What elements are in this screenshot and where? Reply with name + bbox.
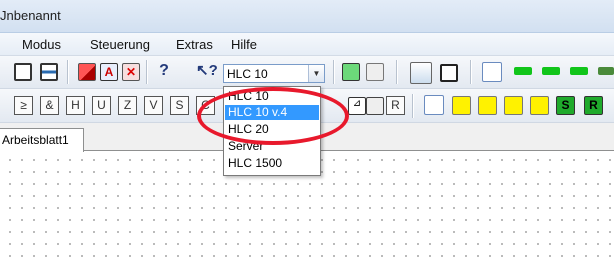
pencil-icon[interactable] <box>410 62 432 84</box>
pin-icon[interactable]: ⊿ <box>348 97 366 115</box>
mv-block-icon[interactable] <box>504 96 523 115</box>
device-option-hlc20[interactable]: HLC 20 <box>225 122 319 137</box>
menu-modus[interactable]: Modus <box>22 37 61 52</box>
red-cube-icon[interactable] <box>78 63 96 81</box>
a-icon[interactable]: A <box>100 63 118 81</box>
logic-button-ge[interactable]: ≥ <box>14 96 33 115</box>
monitor-icon[interactable] <box>40 63 58 81</box>
close-icon[interactable]: ✕ <box>122 63 140 81</box>
toolbar-separator <box>146 60 147 84</box>
network-icon[interactable] <box>366 63 384 81</box>
menu-steuerung[interactable]: Steuerung <box>90 37 150 52</box>
puzzle-icon[interactable] <box>366 97 384 115</box>
toolbar-separator <box>470 60 471 84</box>
mb-block-icon[interactable] <box>478 96 497 115</box>
logic-button-z[interactable]: Z <box>118 96 137 115</box>
device-option-server[interactable]: Server <box>225 139 319 154</box>
menu-extras[interactable]: Extras <box>176 37 213 52</box>
indicator-icon[interactable] <box>482 62 502 82</box>
window-title: Jnbenannt <box>0 8 61 23</box>
chip-icon[interactable] <box>342 63 360 81</box>
logic-button-and[interactable]: & <box>40 96 59 115</box>
context-help-icon[interactable]: ↖? <box>196 61 220 79</box>
logic-button-u[interactable]: U <box>92 96 111 115</box>
toolbar-separator <box>67 60 68 84</box>
indicator-icon[interactable] <box>570 67 588 75</box>
tab-arbeitsblatt1[interactable]: Arbeitsblatt1 <box>0 128 84 152</box>
display-icon[interactable] <box>14 63 32 81</box>
device-select-value: HLC 10 <box>227 67 268 81</box>
logic-button-c[interactable]: C <box>196 96 215 115</box>
m-block-icon[interactable] <box>452 96 471 115</box>
toolbar-separator <box>412 94 413 118</box>
device-option-hlc10[interactable]: HLC 10 <box>225 89 319 104</box>
toolbar-separator <box>333 60 334 84</box>
r-button[interactable]: R <box>386 96 405 115</box>
r-block-icon[interactable]: R <box>584 96 603 115</box>
toolbar-separator <box>396 60 397 84</box>
graph-icon[interactable] <box>440 64 458 82</box>
indicator-icon[interactable] <box>598 67 614 75</box>
indicator-icon[interactable] <box>542 67 560 75</box>
menu-bar: Modus Steuerung Extras Hilfe <box>0 33 614 56</box>
device-option-hlc1500[interactable]: HLC 1500 <box>225 156 319 171</box>
help-icon[interactable]: ? <box>155 62 173 80</box>
s-block-icon[interactable]: S <box>556 96 575 115</box>
menu-hilfe[interactable]: Hilfe <box>231 37 257 52</box>
indicator-icon[interactable] <box>424 95 444 115</box>
device-option-hlc10v4[interactable]: HLC 10 v.4 <box>225 105 319 120</box>
logic-button-s[interactable]: S <box>170 96 189 115</box>
wave-icon[interactable] <box>530 96 549 115</box>
logic-button-v[interactable]: V <box>144 96 163 115</box>
tab-label: Arbeitsblatt1 <box>2 133 69 147</box>
indicator-icon[interactable] <box>514 67 532 75</box>
device-select[interactable]: HLC 10 ▼ <box>223 64 325 83</box>
logic-button-h[interactable]: H <box>66 96 85 115</box>
title-bar: Jnbenannt <box>0 0 614 33</box>
device-dropdown-list: HLC 10 HLC 10 v.4 HLC 20 Server HLC 1500 <box>223 86 321 176</box>
chevron-down-icon[interactable]: ▼ <box>308 65 324 82</box>
